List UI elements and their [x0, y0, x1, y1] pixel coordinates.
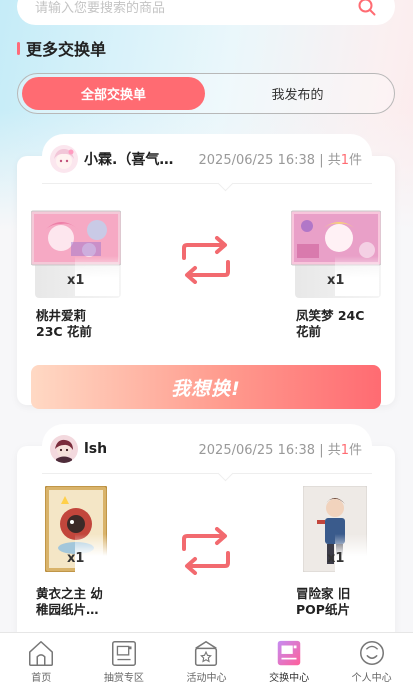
gift-icon	[195, 640, 218, 666]
avatar[interactable]	[50, 434, 78, 463]
exchange-tabs: 全部交换单 我发布的	[17, 73, 395, 114]
bottom-nav: 首页 抽赏专区 活动中心 交换中心 个人中心	[0, 632, 413, 684]
item-thumbnail: x1	[31, 208, 121, 298]
order-meta: 2025/06/25 16:38 | 共1件	[199, 439, 362, 458]
item-quantity: x1	[327, 273, 345, 288]
order-total-prefix: | 共	[319, 443, 341, 458]
nav-item-home[interactable]: 首页	[0, 633, 83, 684]
item-quantity: x1	[67, 273, 85, 288]
order-total-suffix: 件	[348, 443, 362, 458]
swap-arrows-icon	[182, 236, 230, 284]
section-header: 更多交换单	[17, 37, 106, 59]
profile-icon	[359, 641, 384, 665]
exchange-card: lsh 2025/06/25 16:38 | 共1件 x1 黄衣之主 幼 稚园纸…	[17, 424, 395, 646]
section-title: 更多交换单	[26, 40, 107, 59]
avatar[interactable]	[50, 144, 78, 173]
item-name-line1: 凤笑梦 24C	[296, 308, 365, 323]
nav-label: 活动中心	[186, 673, 227, 684]
nav-item-gacha[interactable]: 抽赏专区	[83, 633, 166, 684]
give-item[interactable]: x1 桃井爱莉 23C 花前	[31, 208, 121, 339]
card-header: 小霖.（喜气… 2025/06/25 16:38 | 共1件	[42, 134, 372, 184]
nav-item-exchange[interactable]: 交换中心	[248, 633, 331, 684]
nav-label: 交换中心	[269, 673, 310, 684]
search-bar[interactable]: 请输入您要搜索的商品	[17, 0, 395, 25]
nav-item-events[interactable]: 活动中心	[165, 633, 248, 684]
tab-all-orders[interactable]: 全部交换单	[22, 77, 205, 110]
item-name-line2: 稚园纸片…	[36, 602, 99, 617]
order-datetime: 2025/06/25 16:38	[198, 443, 316, 458]
item-name: 冒险家 旧 POP纸片	[296, 586, 406, 618]
order-total-count: 1	[340, 443, 349, 458]
give-item[interactable]: x1 黄衣之主 幼 稚园纸片…	[31, 486, 121, 617]
item-quantity: x1	[327, 551, 345, 566]
swap-arrows-icon	[182, 527, 230, 575]
item-name: 黄衣之主 幼 稚园纸片…	[36, 586, 146, 618]
gacha-icon	[111, 641, 136, 666]
home-icon	[29, 641, 54, 666]
order-total-count: 1	[340, 153, 349, 168]
card-header: lsh 2025/06/25 16:38 | 共1件	[42, 424, 372, 474]
item-name: 凤笑梦 24C 花前	[296, 308, 406, 340]
nav-label: 个人中心	[351, 673, 392, 684]
item-name-line1: 桃井爱莉	[36, 308, 87, 323]
exchange-card: 小霖.（喜气… 2025/06/25 16:38 | 共1件 x1 桃井爱莉 2…	[17, 134, 395, 409]
nav-label: 首页	[31, 673, 52, 684]
exchange-icon	[277, 640, 301, 666]
item-name-line1: 黄衣之主 幼	[36, 586, 103, 601]
nav-item-profile[interactable]: 个人中心	[330, 633, 413, 684]
item-thumbnail: x1	[291, 208, 381, 298]
item-name-line2: 23C 花前	[36, 324, 92, 339]
item-quantity: x1	[67, 551, 85, 566]
item-thumbnail: x1	[31, 486, 121, 576]
get-item[interactable]: x1 冒险家 旧 POP纸片	[291, 486, 381, 617]
user-name: lsh	[84, 440, 108, 457]
user-name: 小霖.（喜气…	[84, 151, 174, 168]
want-exchange-button[interactable]: 我想换!	[31, 365, 381, 409]
order-total-prefix: | 共	[319, 153, 341, 168]
tab-my-posts[interactable]: 我发布的	[205, 77, 390, 110]
item-thumbnail: x1	[291, 486, 381, 576]
nav-label: 抽赏专区	[103, 673, 144, 684]
item-name-line2: 花前	[296, 324, 322, 339]
item-name-line1: 冒险家 旧	[296, 586, 351, 601]
order-datetime: 2025/06/25 16:38	[198, 153, 316, 168]
order-meta: 2025/06/25 16:38 | 共1件	[199, 149, 362, 168]
item-name-line2: POP纸片	[296, 602, 350, 617]
item-name: 桃井爱莉 23C 花前	[36, 308, 146, 340]
search-input[interactable]: 请输入您要搜索的商品	[35, 0, 357, 16]
get-item[interactable]: x1 凤笑梦 24C 花前	[291, 208, 381, 339]
order-total-suffix: 件	[348, 153, 362, 168]
search-icon[interactable]	[357, 0, 377, 17]
title-accent-bar	[17, 41, 20, 55]
